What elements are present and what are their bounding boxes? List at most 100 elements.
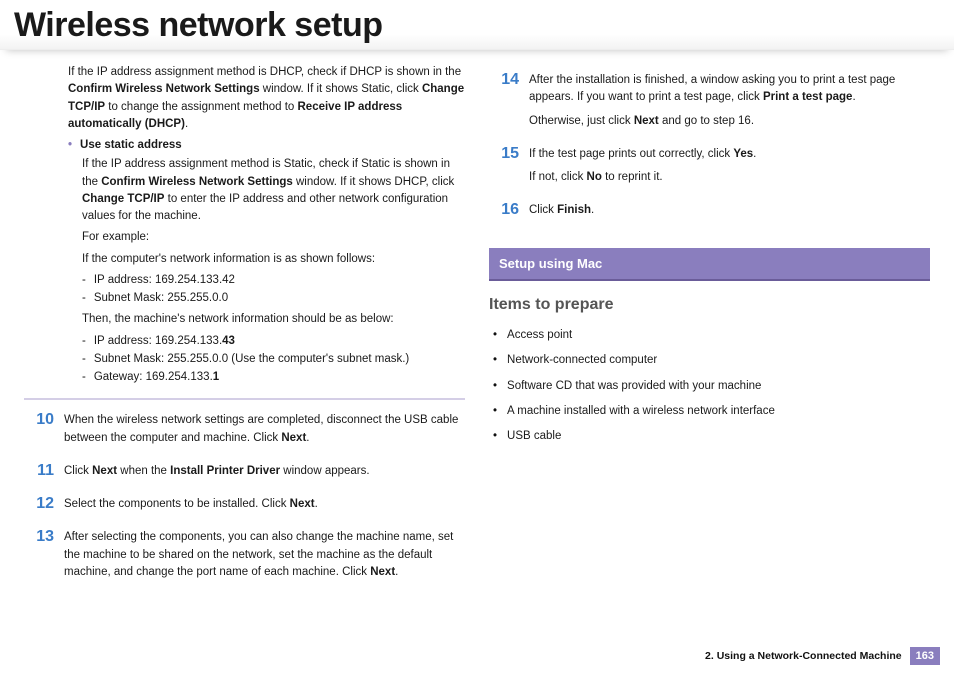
bold: Confirm Wireless Network Settings xyxy=(101,176,293,188)
divider xyxy=(24,398,465,400)
content-columns: If the IP address assignment method is D… xyxy=(0,50,954,595)
text: . xyxy=(306,432,309,444)
step-number: 13 xyxy=(24,527,54,587)
machine-info-intro: Then, the machine's network information … xyxy=(82,311,465,328)
text: and go to step 16. xyxy=(659,115,754,127)
bullet-icon: • xyxy=(493,428,497,445)
bold: Install Printer Driver xyxy=(170,465,280,477)
subnet-value: Subnet Mask: 255.255.0.0 xyxy=(94,290,228,307)
text: . xyxy=(185,118,188,130)
text: If the test page prints out correctly, c… xyxy=(529,148,733,160)
bold: Next xyxy=(290,498,315,510)
section-bar-mac: Setup using Mac xyxy=(489,248,930,282)
bold: Next xyxy=(634,115,659,127)
text: Select the components to be installed. C… xyxy=(64,498,290,510)
bold: Finish xyxy=(557,204,591,216)
gateway-value: Gateway: 169.254.133.1 xyxy=(94,369,219,386)
text: window appears. xyxy=(280,465,370,477)
text: . xyxy=(591,204,594,216)
ip-value-2: IP address: 169.254.133.43 xyxy=(94,333,235,350)
text: When the wireless network settings are c… xyxy=(64,414,458,443)
ip-value: IP address: 169.254.133.42 xyxy=(94,272,235,289)
bold: Confirm Wireless Network Settings xyxy=(68,83,260,95)
text: If not, click xyxy=(529,171,587,183)
items-to-prepare-heading: Items to prepare xyxy=(489,293,930,317)
step-body: After selecting the components, you can … xyxy=(64,527,465,587)
step-number: 10 xyxy=(24,410,54,453)
step-body: After the installation is finished, a wi… xyxy=(529,70,930,136)
bold: Print a test page xyxy=(763,91,852,103)
prep-item: • Software CD that was provided with your… xyxy=(493,378,930,395)
bold: No xyxy=(587,171,602,183)
step-13: 13 After selecting the components, you c… xyxy=(24,527,465,587)
footer: 2. Using a Network-Connected Machine 163 xyxy=(705,647,940,665)
dash-icon: - xyxy=(82,369,86,386)
bold: Next xyxy=(370,566,395,578)
text: window. If it shows Static, click xyxy=(260,83,422,95)
dash-icon: - xyxy=(82,351,86,368)
text: Click xyxy=(529,204,557,216)
bullet-icon: • xyxy=(68,137,72,154)
text: . xyxy=(852,91,855,103)
prep-text: Access point xyxy=(507,327,572,344)
prep-text: Network-connected computer xyxy=(507,352,657,369)
step-11: 11 Click Next when the Install Printer D… xyxy=(24,461,465,486)
prep-item: •A machine installed with a wireless net… xyxy=(493,403,930,420)
static-bullet: • Use static address xyxy=(68,137,465,154)
dash-icon: - xyxy=(82,333,86,350)
text: when the xyxy=(117,465,170,477)
dash-icon: - xyxy=(82,272,86,289)
step-16: 16 Click Finish. xyxy=(489,200,930,225)
text: to reprint it. xyxy=(602,171,663,183)
prep-item: •Access point xyxy=(493,327,930,344)
text: Gateway: 169.254.133. xyxy=(94,371,213,383)
step-body: When the wireless network settings are c… xyxy=(64,410,465,453)
left-column: If the IP address assignment method is D… xyxy=(24,64,465,595)
text: . xyxy=(395,566,398,578)
text: IP address: 169.254.133. xyxy=(94,335,222,347)
bold: Next xyxy=(281,432,306,444)
prep-item: • Network-connected computer xyxy=(493,352,930,369)
step-body: Click Next when the Install Printer Driv… xyxy=(64,461,465,486)
bold: Change TCP/IP xyxy=(82,193,164,205)
step-14: 14 After the installation is finished, a… xyxy=(489,70,930,136)
chapter-label: 2. Using a Network-Connected Machine xyxy=(705,650,902,662)
bold: 43 xyxy=(222,335,235,347)
bullet-icon: • xyxy=(493,378,497,395)
step-number: 16 xyxy=(489,200,519,225)
static-label: Use static address xyxy=(80,137,465,154)
text: window. If it shows DHCP, click xyxy=(293,176,454,188)
step-10: 10 When the wireless network settings ar… xyxy=(24,410,465,453)
step-number: 14 xyxy=(489,70,519,136)
step-number: 11 xyxy=(24,461,54,486)
text: . xyxy=(753,148,756,160)
right-column: 14 After the installation is finished, a… xyxy=(489,64,930,595)
step-body: Select the components to be installed. C… xyxy=(64,494,465,519)
step-number: 12 xyxy=(24,494,54,519)
step-body: Click Finish. xyxy=(529,200,930,225)
bold: Next xyxy=(92,465,117,477)
page-title: Wireless network setup xyxy=(0,0,954,50)
ip-row-2: -IP address: 169.254.133.43 xyxy=(82,333,465,350)
text: Click xyxy=(64,465,92,477)
bullet-icon: • xyxy=(493,403,497,420)
text: If the IP address assignment method is D… xyxy=(68,66,461,78)
text: to change the assignment method to xyxy=(105,101,297,113)
gateway-row: -Gateway: 169.254.133.1 xyxy=(82,369,465,386)
bullet-icon: • xyxy=(493,352,497,369)
dhcp-paragraph: If the IP address assignment method is D… xyxy=(68,64,465,133)
page-number: 163 xyxy=(910,647,940,665)
subnet-value-2: Subnet Mask: 255.255.0.0 (Use the comput… xyxy=(94,351,409,368)
step-15: 15 If the test page prints out correctly… xyxy=(489,144,930,193)
prep-item: • USB cable xyxy=(493,428,930,445)
subnet-row: -Subnet Mask: 255.255.0.0 xyxy=(82,290,465,307)
bold: Yes xyxy=(733,148,753,160)
prep-text: Software CD that was provided with your … xyxy=(507,378,761,395)
text: Otherwise, just click xyxy=(529,115,634,127)
dash-icon: - xyxy=(82,290,86,307)
step-body: If the test page prints out correctly, c… xyxy=(529,144,930,193)
ip-row: -IP address: 169.254.133.42 xyxy=(82,272,465,289)
prep-text: USB cable xyxy=(507,428,561,445)
step-12: 12 Select the components to be installed… xyxy=(24,494,465,519)
static-paragraph: If the IP address assignment method is S… xyxy=(82,156,465,225)
